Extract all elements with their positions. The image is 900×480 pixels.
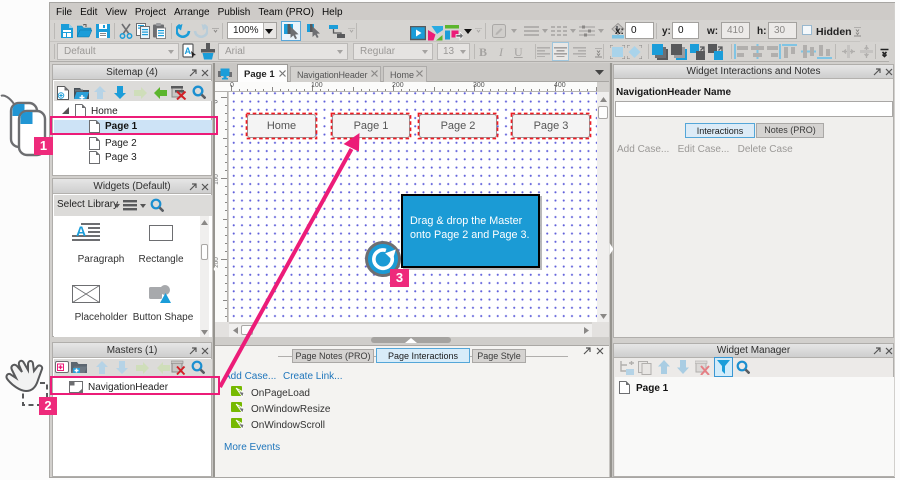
- svg-text:A: A: [76, 223, 86, 239]
- svg-text:A: A: [185, 46, 192, 56]
